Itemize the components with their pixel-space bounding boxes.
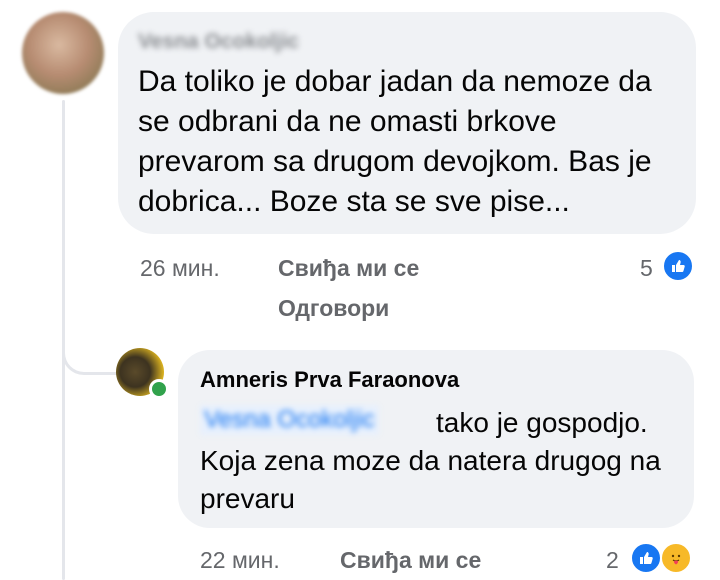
reply-button[interactable]: Одговори: [278, 294, 389, 322]
reply-connector: [62, 300, 117, 375]
reaction-count[interactable]: 2: [606, 546, 619, 574]
avatar[interactable]: [22, 12, 104, 94]
reply-text: tako je gospodjo. Koja zena moze da nate…: [200, 407, 661, 514]
reply-timestamp[interactable]: 22 мин.: [200, 546, 280, 574]
online-status-indicator: [149, 379, 169, 399]
like-button[interactable]: Свиђа ми се: [278, 254, 419, 282]
comment-timestamp[interactable]: 26 мин.: [140, 254, 220, 282]
like-button[interactable]: Свиђа ми се: [340, 546, 481, 574]
reply-author[interactable]: Amneris Prva Faraonova: [200, 366, 459, 394]
comment-text: Da toliko je dobar jadan da nemoze da se…: [138, 65, 652, 218]
reaction-count[interactable]: 5: [640, 254, 653, 282]
comment-author[interactable]: Vesna Ocokoljic: [138, 30, 299, 54]
like-icon[interactable]: [662, 250, 694, 282]
like-icon[interactable]: [630, 542, 662, 574]
care-icon[interactable]: [660, 542, 692, 574]
